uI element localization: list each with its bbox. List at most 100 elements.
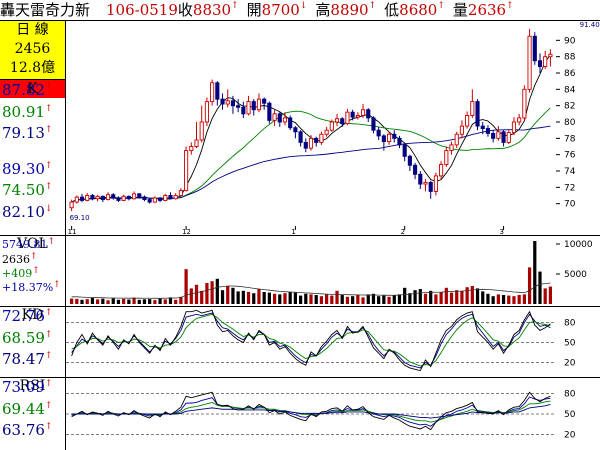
candle [308,137,314,149]
volume-bar [262,292,266,304]
volume-bar [116,299,121,304]
volume-bar [137,299,141,304]
y-tick-label: 70 [564,200,576,210]
volume-bar [455,290,459,304]
candle [236,105,241,108]
volume-bar [69,298,74,304]
volume-bar [293,292,298,304]
volume-bar [538,271,542,304]
y-tick-label: 86 [564,69,576,79]
volume-bar [158,298,162,304]
candle [298,131,303,143]
volume-bar [314,295,318,304]
indicator-line [71,309,551,372]
candle [173,195,178,200]
price-annotation: 91.40 [580,21,600,29]
volume-bar [470,286,474,304]
candle [288,117,293,129]
volume-bar [200,290,204,304]
volume-bar [335,290,339,304]
candle [345,111,350,125]
candle [142,196,147,201]
volume-bar [512,296,516,304]
y-tick-label: 90 [564,36,576,46]
month-label: 1 [291,228,295,236]
month-label: 11 [68,228,77,236]
volume-bar [324,294,329,304]
volume-bar [174,299,178,304]
volume-bar [106,300,110,304]
y-tick-label: 76 [564,151,576,161]
y-tick-label: 50 [564,339,576,349]
y-tick-label: 84 [564,85,576,95]
candle [402,144,407,157]
candle [376,129,381,137]
candle [131,193,137,200]
volume-bar [522,294,526,304]
volume-bar [257,289,261,304]
candle [256,98,262,111]
price-annotation: 69.10 [70,214,90,222]
candle [485,128,491,134]
volume-bar [382,295,386,304]
volume-bar [309,294,313,304]
candle [105,194,111,201]
candle [246,101,251,115]
volume-bar [548,286,553,304]
candle [334,118,340,123]
candle [350,111,355,118]
candle [511,121,517,134]
y-tick-label: 20 [564,359,576,369]
volume-bar [330,295,334,304]
candle [480,125,485,129]
volume-bar [507,295,511,304]
candle [459,125,464,135]
volume-bar [465,287,469,304]
volume-bar [366,294,370,304]
candle [418,173,423,185]
candle [85,195,90,201]
candle [470,101,475,116]
volume-bar [283,293,287,304]
candle [449,144,454,152]
volume-bar [501,295,506,304]
candle [413,164,418,175]
volume-bar [278,294,282,304]
y-tick-label: 20 [564,430,576,440]
candle [241,106,246,115]
volume-bar [533,241,537,304]
y-tick-label: 10000 [564,240,593,250]
y-tick-label: 80 [564,390,576,400]
volume-bar [397,294,402,304]
indicator-line [71,312,551,369]
volume-bar [517,295,521,304]
volume-bar [377,296,381,304]
candle [387,133,392,143]
volume-bar [351,296,355,304]
volume-bar [194,284,199,304]
candle [168,195,173,200]
y-tick-label: 78 [564,134,576,144]
volume-bar [543,288,547,304]
stock-chart: 707274767880828486889011 12 1 2 369.1091.405… [66,21,600,440]
volume-bar [361,297,365,304]
candle [324,129,329,135]
volume-bar [85,299,89,304]
candle [225,100,230,105]
volume-bar [267,292,271,304]
candle [251,101,256,111]
candle [314,137,319,143]
candle [439,164,444,177]
volume-bar [111,298,115,304]
candle [267,102,272,121]
candle [360,109,366,116]
candle [527,35,532,90]
candle [272,113,277,121]
candle [522,88,527,119]
candle [537,60,543,67]
candle [444,150,449,165]
candle [329,121,334,131]
volume-bar [215,278,219,304]
candle [355,115,360,118]
y-tick-label: 80 [564,118,576,128]
